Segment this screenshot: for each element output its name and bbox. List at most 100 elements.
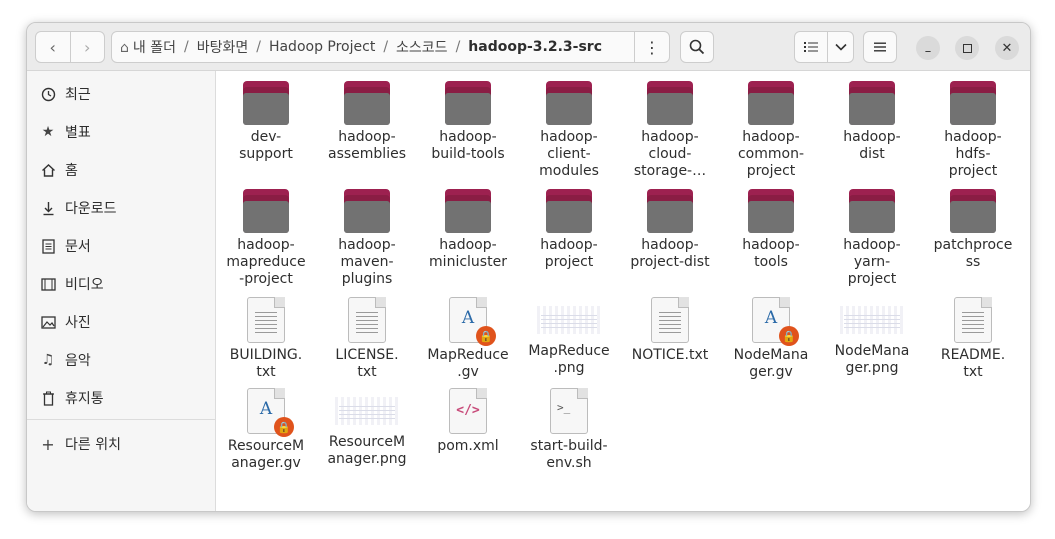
search-button[interactable] <box>680 31 714 63</box>
chevron-left-icon: ‹ <box>49 37 56 57</box>
folder-icon <box>647 81 693 125</box>
sidebar-item-label: 홈 <box>65 163 78 179</box>
document-icon <box>39 238 57 254</box>
folder-item[interactable]: hadoop- dist <box>822 81 922 163</box>
file-name-label: LICENSE. txt <box>335 347 399 380</box>
sidebar-item-label: 음악 <box>65 353 91 369</box>
file-item[interactable]: README. txt <box>923 297 1023 381</box>
chevron-right-icon: › <box>84 37 91 57</box>
file-item[interactable]: NodeMana ger.png <box>822 297 922 377</box>
main-menu-button[interactable] <box>863 31 897 63</box>
sidebar-item-starred[interactable]: ★ 별표 <box>39 120 91 144</box>
folder-item[interactable]: hadoop- minicluster <box>418 189 518 271</box>
folder-item[interactable]: hadoop- project-dist <box>620 189 720 271</box>
folder-item[interactable]: hadoop- common- project <box>721 81 821 180</box>
file-item[interactable]: BUILDING. txt <box>216 297 316 381</box>
breadcrumb: ⌂ 내 폴더 / 바탕화면 / Hadoop Project / 소스코드 / h… <box>111 31 670 63</box>
folder-item[interactable]: hadoop- assemblies <box>317 81 417 163</box>
file-item[interactable]: A 🔒 ResourceM anager.gv <box>216 388 316 472</box>
view-options-button[interactable] <box>827 31 854 63</box>
file-name-label: patchproce ss <box>933 237 1013 270</box>
file-name-label: NOTICE.txt <box>631 347 709 363</box>
file-name-label: hadoop- build-tools <box>431 129 505 162</box>
file-name-label: MapReduce .gv <box>427 347 509 380</box>
folder-icon <box>546 189 592 233</box>
breadcrumb-hadoop-project[interactable]: Hadoop Project <box>261 39 383 55</box>
folder-item[interactable]: hadoop- project <box>519 189 619 271</box>
maximize-icon <box>962 43 972 53</box>
graphviz-file-icon: A 🔒 <box>752 297 799 346</box>
file-name-label: README. txt <box>940 347 1006 380</box>
sidebar-item-home[interactable]: 홈 <box>39 158 78 182</box>
breadcrumb-source[interactable]: 소스코드 <box>388 37 456 57</box>
folder-icon <box>647 189 693 233</box>
file-name-label: hadoop- assemblies <box>328 129 406 162</box>
sidebar-item-documents[interactable]: 문서 <box>39 234 91 258</box>
file-name-label: dev- support <box>239 129 293 162</box>
xml-file-icon: </> <box>449 388 487 434</box>
sidebar-item-label: 다른 위치 <box>65 437 121 453</box>
sidebar-item-other-locations[interactable]: + 다른 위치 <box>39 432 121 456</box>
folder-icon <box>950 189 996 233</box>
folder-item[interactable]: hadoop- client- modules <box>519 81 619 180</box>
breadcrumb-home[interactable]: ⌂ 내 폴더 <box>112 37 184 57</box>
sidebar-item-label: 사진 <box>65 315 91 331</box>
file-item[interactable]: LICENSE. txt <box>317 297 417 381</box>
close-button[interactable]: ✕ <box>995 36 1019 60</box>
folder-item[interactable]: hadoop- hdfs- project <box>923 81 1023 180</box>
folder-item[interactable]: hadoop- build-tools <box>418 81 518 163</box>
sidebar-item-videos[interactable]: 비디오 <box>39 272 104 296</box>
list-view-icon <box>804 42 818 52</box>
file-item[interactable]: >_ start-build- env.sh <box>519 388 619 472</box>
sidebar-item-pictures[interactable]: 사진 <box>39 310 91 334</box>
trash-icon <box>39 391 57 406</box>
sidebar-item-music[interactable]: ♫ 음악 <box>39 348 91 372</box>
folder-item[interactable]: hadoop- yarn- project <box>822 189 922 288</box>
file-name-label: hadoop- cloud- storage-… <box>633 129 707 179</box>
file-item[interactable]: ResourceM anager.png <box>317 388 417 468</box>
sidebar-item-label: 비디오 <box>65 277 104 293</box>
file-name-label: hadoop- project-dist <box>630 237 710 270</box>
sidebar-item-recent[interactable]: 최근 <box>39 82 91 106</box>
text-file-icon <box>651 297 689 343</box>
file-item[interactable]: A 🔒 MapReduce .gv <box>418 297 518 381</box>
file-item[interactable]: A 🔒 NodeMana ger.gv <box>721 297 821 381</box>
file-name-label: NodeMana ger.gv <box>733 347 809 380</box>
lock-icon: 🔒 <box>779 326 799 346</box>
breadcrumb-current[interactable]: hadoop-3.2.3-src <box>460 39 610 55</box>
path-menu-button[interactable]: ⋮ <box>634 32 669 62</box>
file-name-label: hadoop- common- project <box>737 129 805 179</box>
chevron-down-icon <box>834 43 847 51</box>
home-icon: ⌂ <box>120 40 129 56</box>
headerbar: ‹ › ⌂ 내 폴더 / 바탕화면 / Hadoop Project / 소스코드… <box>27 23 1030 71</box>
file-item[interactable]: </> pom.xml <box>418 388 518 455</box>
file-item[interactable]: MapReduce .png <box>519 297 619 377</box>
minimize-button[interactable]: – <box>916 36 940 60</box>
folder-item[interactable]: patchproce ss <box>923 189 1023 271</box>
home-icon <box>39 163 57 178</box>
folder-item[interactable]: hadoop- mapreduce -project <box>216 189 316 288</box>
image-thumbnail-icon <box>335 397 399 425</box>
sidebar-divider <box>27 419 215 420</box>
folder-item[interactable]: hadoop- cloud- storage-… <box>620 81 720 180</box>
file-name-label: start-build- env.sh <box>530 438 608 471</box>
file-item[interactable]: NOTICE.txt <box>620 297 720 364</box>
file-name-label: MapReduce .png <box>528 343 610 376</box>
clock-icon <box>39 87 57 102</box>
sidebar-item-downloads[interactable]: 다운로드 <box>39 196 117 220</box>
forward-button[interactable]: › <box>69 32 105 62</box>
folder-item[interactable]: hadoop- tools <box>721 189 821 271</box>
sidebar-item-trash[interactable]: 휴지통 <box>39 386 104 410</box>
folder-icon <box>445 189 491 233</box>
back-button[interactable]: ‹ <box>36 32 70 62</box>
breadcrumb-desktop[interactable]: 바탕화면 <box>189 37 257 57</box>
folder-icon <box>950 81 996 125</box>
view-list-button[interactable] <box>794 31 828 63</box>
folder-icon <box>445 81 491 125</box>
folder-item[interactable]: hadoop- maven- plugins <box>317 189 417 288</box>
star-icon: ★ <box>41 124 55 140</box>
folder-item[interactable]: dev- support <box>216 81 316 163</box>
maximize-button[interactable] <box>955 36 979 60</box>
folder-icon <box>849 189 895 233</box>
folder-icon <box>748 189 794 233</box>
